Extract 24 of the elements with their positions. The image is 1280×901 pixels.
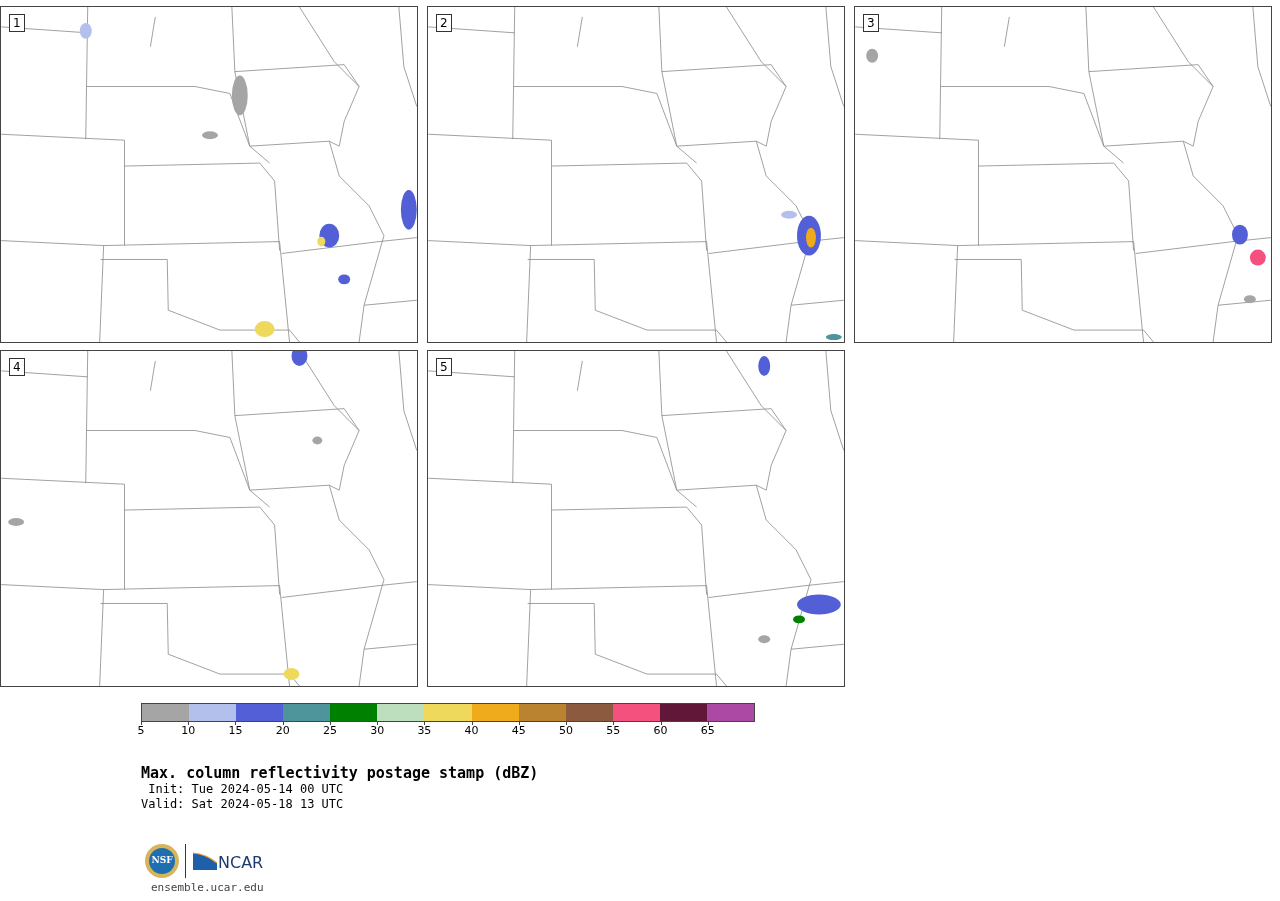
- scale-tick-label: 65: [700, 725, 715, 737]
- chart-title: Max. column reflectivity postage stamp (dBZ): [141, 764, 540, 782]
- panel-number: 5: [436, 358, 452, 376]
- scale-tick-label: 25: [322, 725, 337, 737]
- scale-tick-label: 15: [228, 725, 243, 737]
- scale-tick-label: 50: [559, 725, 574, 737]
- panel-number: 1: [9, 14, 25, 32]
- valid-time: Valid: Sat 2024-05-18 13 UTC: [141, 797, 345, 812]
- panel-number: 3: [863, 14, 879, 32]
- scale-tick-label: 5: [137, 725, 145, 737]
- scale-tick-label: 30: [370, 725, 385, 737]
- init-time: Init: Tue 2024-05-14 00 UTC: [147, 782, 345, 797]
- panel-number: 4: [9, 358, 25, 376]
- website-url: ensemble.ucar.edu: [151, 881, 264, 895]
- scale-tick-label: 40: [464, 725, 479, 737]
- scale-tick-label: 10: [181, 725, 196, 737]
- scale-tick-label: 35: [417, 725, 432, 737]
- panel-number: 2: [436, 14, 452, 32]
- scale-tick-label: 60: [653, 725, 668, 737]
- scale-tick-label: 55: [606, 725, 621, 737]
- scale-tick-label: 20: [275, 725, 290, 737]
- seal-logo: NSF: [145, 844, 179, 878]
- scale-tick-label: 45: [511, 725, 526, 737]
- ncar-logo: NCAR: [192, 851, 264, 871]
